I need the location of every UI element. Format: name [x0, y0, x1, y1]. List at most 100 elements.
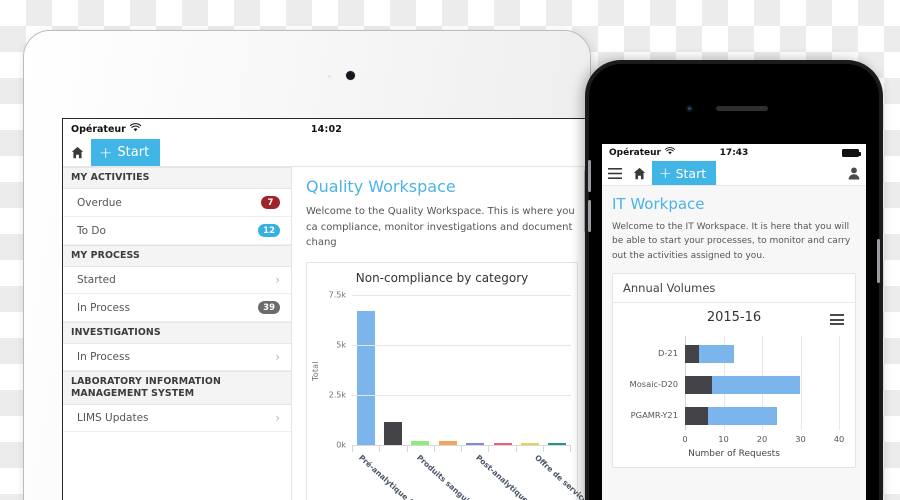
phone-app-toolbar: + Start	[602, 161, 866, 186]
chart-bar[interactable]	[356, 310, 375, 445]
hamburger-menu-icon[interactable]	[602, 161, 627, 185]
sidebar-item-label: Overdue	[77, 196, 122, 209]
chart-bar-segment[interactable]	[685, 376, 712, 395]
sidebar-item-investigations-in-process[interactable]: In Process ›	[63, 344, 291, 372]
chart-context-menu-icon[interactable]	[830, 314, 844, 328]
home-icon[interactable]	[627, 161, 652, 185]
chart-x-tick-labels: 0 10 20 30 40	[682, 434, 844, 448]
chart-bar-slot	[489, 295, 516, 445]
chart-gridline: 7.5k	[329, 290, 571, 299]
sidebar-item-in-process[interactable]: In Process 39	[63, 294, 291, 323]
chart-bar-slot	[544, 295, 571, 445]
chart-x-axis-label: Number of Requests	[688, 449, 780, 460]
page-title: IT Workpace	[612, 195, 705, 213]
chart-bar-row: Mosaic-D20	[630, 376, 839, 395]
chart-plot-area: D-21 Mosaic-D20 PGAMR-Y21	[630, 336, 840, 431]
phone-volume-up-button[interactable]	[588, 160, 591, 192]
chart-y-tick-label: 7.5k	[328, 290, 346, 299]
chart-bar-slot	[407, 295, 434, 445]
chart-x-tick	[544, 445, 571, 452]
chart-y-tick-label: Mosaic-D20	[629, 379, 678, 390]
tablet-sidebar: MY ACTIVITIES Overdue 7 To Do 12 MY PROC…	[63, 167, 292, 500]
phone-volume-down-button[interactable]	[588, 200, 591, 232]
phone-screen: Opérateur 17:43 + Start IT Workpace Welc…	[602, 144, 866, 500]
chevron-right-icon: ›	[275, 273, 280, 288]
chart-bar-slot	[434, 295, 461, 445]
chart-x-axis	[352, 444, 571, 452]
annual-volumes-card: Annual Volumes 2015-16 D-21 Mosaic-D20 PGA…	[612, 273, 856, 469]
chart-bar-segment[interactable]	[685, 407, 709, 426]
non-compliance-chart-card: Non-compliance by category Total 0k 2.5k 5…	[306, 261, 590, 500]
start-button[interactable]: + Start	[652, 161, 717, 185]
phone-device: Opérateur 17:43 + Start IT Workpace Welc…	[585, 60, 883, 500]
user-avatar-icon[interactable]	[841, 161, 866, 185]
phone-earpiece-speaker	[716, 106, 768, 111]
chart-x-tick	[489, 445, 517, 452]
phone-bezel: Opérateur 17:43 + Start IT Workpace Welc…	[588, 64, 880, 500]
chart-x-tick-label: 20	[756, 434, 768, 445]
tablet-body: MY ACTIVITIES Overdue 7 To Do 12 MY PROC…	[63, 167, 590, 500]
todo-badge: 12	[258, 224, 280, 238]
chart-bar-segment[interactable]	[711, 376, 801, 395]
chart-plot-area: 0k 2.5k 5k 7.5k	[329, 290, 571, 449]
chart-bar-slot	[462, 295, 489, 445]
tablet-clock: 14:02	[310, 123, 343, 135]
chart-x-tick-labels: Pré-analytique (13) Produits sanguins L..…	[352, 453, 590, 500]
chart-gridline: 2.5k	[329, 390, 571, 399]
chart-bar-row: D-21	[658, 345, 839, 364]
chart-bar-segment[interactable]	[708, 407, 777, 426]
chart-bar[interactable]	[384, 421, 403, 445]
sidebar-item-label: LIMS Updates	[77, 412, 149, 425]
sidebar-group-header: LABORATORY INFORMATION MANAGEMENT SYSTEM	[63, 371, 291, 406]
sidebar-item-started[interactable]: Started ›	[63, 267, 291, 295]
tablet-light-sensor	[328, 75, 331, 78]
chart-bar-slot	[516, 295, 543, 445]
chart-x-tick	[380, 445, 408, 452]
chart-bar-slot	[379, 295, 406, 445]
plus-icon: +	[99, 142, 113, 162]
chart-bar-segment[interactable]	[699, 345, 734, 364]
overdue-badge: 7	[261, 196, 280, 210]
chart-bar-row: PGAMR-Y21	[631, 407, 839, 426]
sidebar-item-label: In Process	[77, 301, 130, 314]
chart-y-tick-label: D-21	[658, 348, 678, 359]
annual-volumes-chart: 2015-16 D-21 Mosaic-D20 PGAMR-Y21 0 10 20 30 4…	[613, 303, 855, 467]
chart-y-axis-label: Total	[311, 360, 320, 381]
chart-title: 2015-16	[706, 310, 762, 326]
chart-x-tick	[408, 445, 435, 452]
sidebar-item-overdue[interactable]: Overdue 7	[63, 189, 291, 218]
chart-gridline: 5k	[336, 340, 571, 349]
start-button-label: Start	[117, 145, 150, 160]
sidebar-group-header: MY ACTIVITIES	[63, 167, 291, 190]
start-button[interactable]: + Start	[91, 139, 161, 166]
plus-icon: +	[659, 163, 672, 182]
sidebar-group-header: MY PROCESS	[63, 245, 291, 268]
tablet-screen: Opérateur 14:02 + Start MY ACTIVITIES Ov…	[62, 118, 590, 500]
battery-icon	[842, 148, 861, 157]
chart-x-tick-label: 30	[795, 434, 806, 445]
chart-x-tick	[352, 445, 381, 452]
sidebar-item-label: Started	[77, 274, 116, 287]
chart-x-tick-label: 0	[682, 434, 688, 445]
chart-bar-segment[interactable]	[685, 345, 700, 364]
sidebar-item-lims-updates[interactable]: LIMS Updates ›	[63, 405, 291, 433]
chevron-right-icon: ›	[275, 411, 280, 426]
tablet-device: Opérateur 14:02 + Start MY ACTIVITIES Ov…	[24, 31, 590, 500]
start-button-label: Start	[675, 165, 707, 181]
chart-x-tick-label: Offre de services (20)	[533, 452, 590, 500]
sidebar-item-todo[interactable]: To Do 12	[63, 217, 291, 246]
tablet-status-bar: Opérateur 14:02	[63, 119, 590, 139]
chart-y-tick-label: 2.5k	[328, 390, 346, 399]
welcome-text: Welcome to the Quality Workspace. This i…	[306, 206, 575, 248]
chart-x-tick	[435, 445, 462, 452]
card-title: Annual Volumes	[613, 274, 855, 304]
chart-y-tick-label: 0k	[336, 440, 346, 449]
chart-y-tick-label: PGAMR-Y21	[630, 410, 678, 421]
sidebar-item-label: In Process	[77, 351, 130, 364]
tablet-front-camera-icon	[346, 71, 355, 80]
phone-power-button[interactable]	[877, 239, 880, 283]
welcome-text: Welcome to the IT Workspace. It is here …	[612, 222, 851, 261]
home-icon[interactable]	[63, 139, 91, 166]
column-chart: Total 0k 2.5k 5k 7.5k Pré-analytique (13) Pr…	[307, 289, 590, 500]
